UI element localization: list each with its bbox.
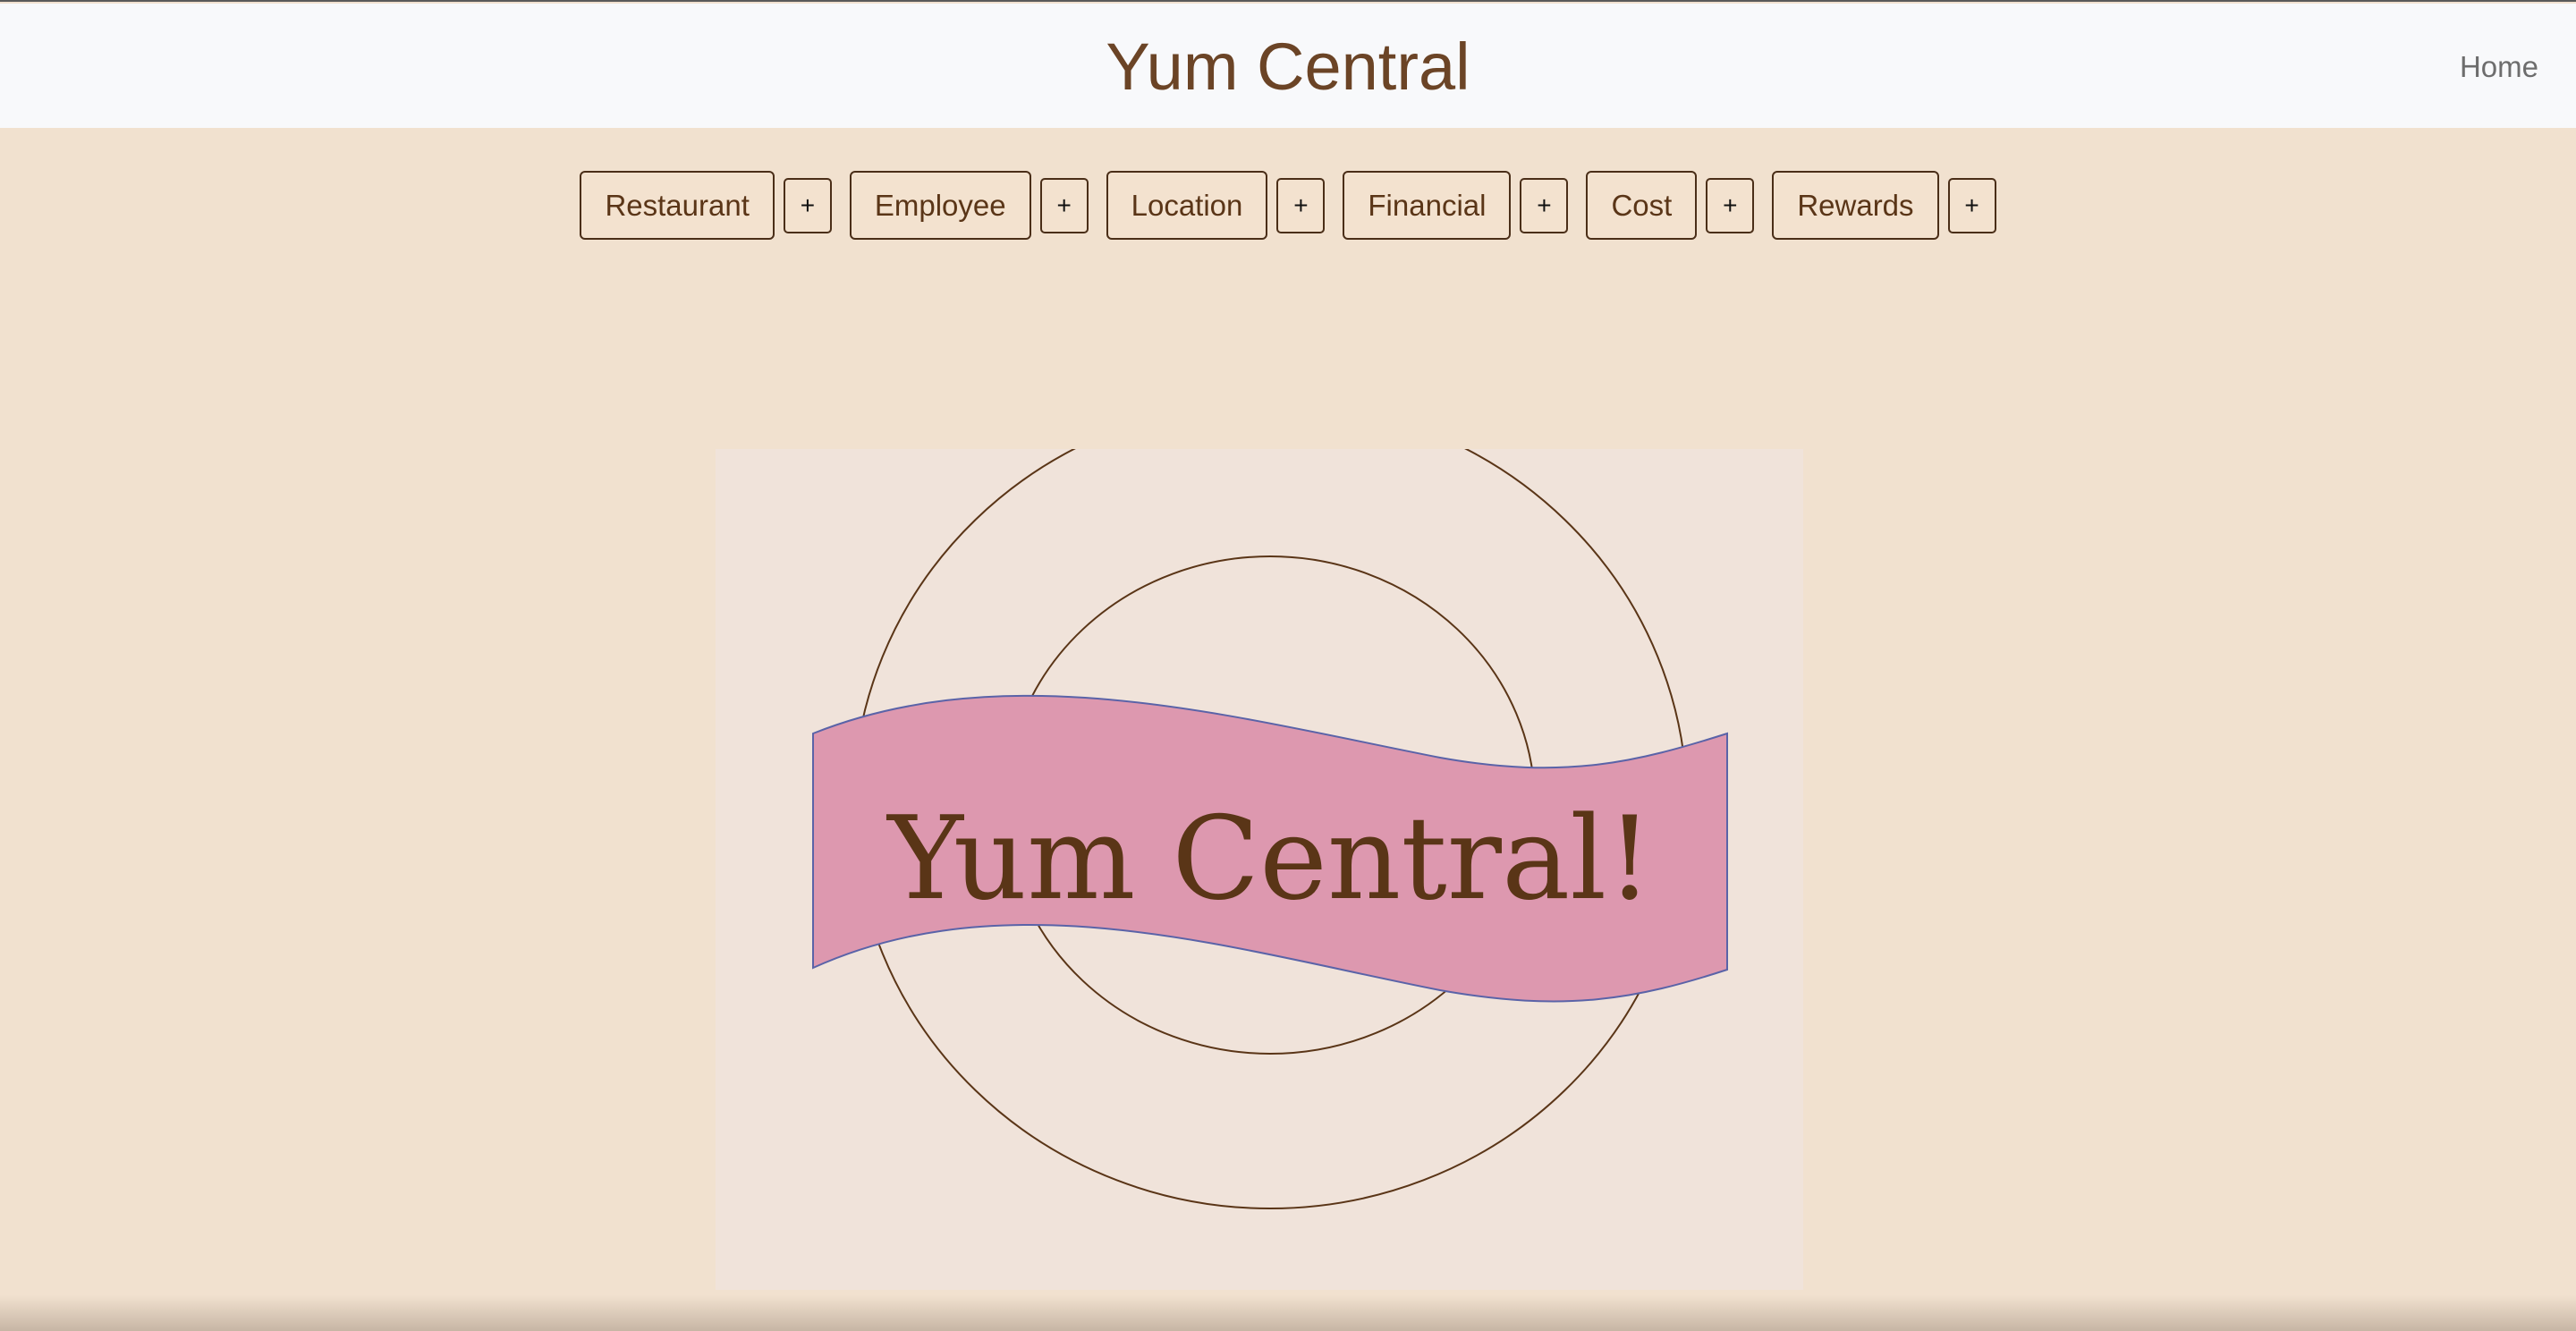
add-rewards-button[interactable]: + — [1947, 177, 1996, 233]
employee-button[interactable]: Employee — [849, 171, 1031, 240]
add-financial-button[interactable]: + — [1520, 177, 1569, 233]
home-link[interactable]: Home — [2460, 50, 2538, 84]
bottom-shadow — [0, 1295, 2576, 1331]
category-toolbar: Restaurant + Employee + Location + Finan… — [0, 171, 2576, 240]
add-employee-button[interactable]: + — [1039, 177, 1089, 233]
app-page: Yum Central Home Restaurant + Employee +… — [0, 0, 2576, 1331]
financial-button[interactable]: Financial — [1343, 171, 1512, 240]
add-location-button[interactable]: + — [1276, 177, 1326, 233]
restaurant-button[interactable]: Restaurant — [580, 171, 775, 240]
rewards-button[interactable]: Rewards — [1772, 171, 1939, 240]
top-navbar: Yum Central Home — [0, 4, 2576, 128]
hero-logo: Yum Central! — [716, 401, 1803, 1290]
cost-button[interactable]: Cost — [1586, 171, 1698, 240]
logo-graphic: Yum Central! — [716, 401, 1803, 1290]
add-cost-button[interactable]: + — [1706, 177, 1755, 233]
brand-title[interactable]: Yum Central — [0, 29, 2576, 105]
add-restaurant-button[interactable]: + — [783, 177, 832, 233]
location-button[interactable]: Location — [1106, 171, 1268, 240]
logo-banner-text: Yum Central! — [886, 793, 1652, 926]
